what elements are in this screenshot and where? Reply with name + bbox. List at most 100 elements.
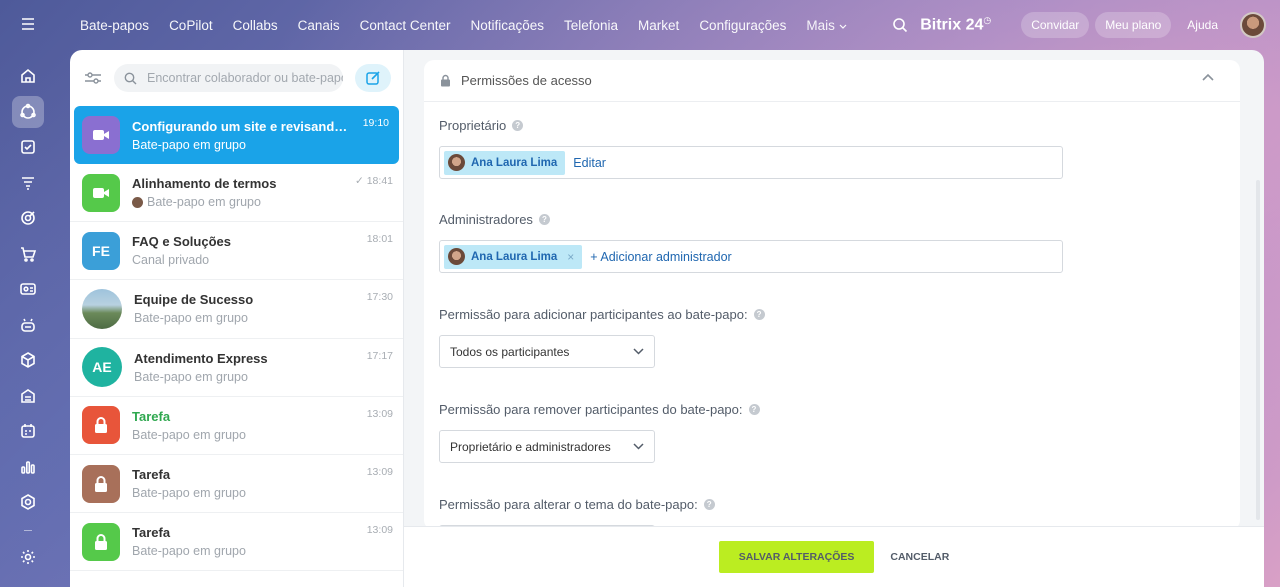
top-nav: Bate-papos CoPilot Collabs Canais Contac… xyxy=(70,18,857,33)
nav-item[interactable]: Telefonia xyxy=(564,18,618,33)
read-check-icon: ✓ xyxy=(355,175,367,187)
chat-settings-panel: Permissões de acesso Proprietário? Ana L… xyxy=(404,50,1264,587)
nav-more[interactable]: Mais xyxy=(806,17,847,33)
chat-subtitle: Bate-papo em grupo xyxy=(132,544,246,559)
rail-divider xyxy=(24,529,32,531)
clock-icon: ◷ xyxy=(983,15,992,26)
chat-avatar xyxy=(82,464,120,503)
nav-item[interactable]: Bate-papos xyxy=(80,18,149,33)
box-icon[interactable] xyxy=(12,344,44,376)
chat-time: 19:10 xyxy=(362,117,389,129)
nav-item[interactable]: Configurações xyxy=(699,18,786,33)
owner-field[interactable]: Ana Laura Lima Editar xyxy=(439,146,1063,179)
chat-icon[interactable] xyxy=(12,95,44,128)
nav-item[interactable]: Contact Center xyxy=(360,18,451,33)
lock-icon xyxy=(95,417,107,434)
nav-item[interactable]: Notificações xyxy=(470,18,544,33)
home-icon[interactable] xyxy=(12,60,44,92)
invite-button[interactable]: Convidar xyxy=(1021,12,1090,38)
chat-list-item[interactable]: Tarefa Bate-papo em grupo 13:09 xyxy=(70,397,403,455)
user-avatar[interactable] xyxy=(1240,12,1266,38)
perm-add-select[interactable]: Todos os participantes xyxy=(439,335,655,368)
brand-logo[interactable]: Bitrix 24◷ xyxy=(920,15,991,34)
perm-add-label: Permissão para adicionar participantes a… xyxy=(439,307,765,322)
save-button[interactable]: SALVAR ALTERAÇÕES xyxy=(718,541,875,573)
admins-field[interactable]: Ana Laura Lima × + Adicionar administrado… xyxy=(439,240,1063,273)
cart-icon[interactable] xyxy=(12,238,44,270)
chat-avatar-photo xyxy=(82,288,122,329)
chat-text: Configurando um site e revisando os ... … xyxy=(132,119,389,152)
chat-title: Tarefa xyxy=(132,525,171,541)
analytics-icon[interactable] xyxy=(12,451,44,483)
remove-admin-icon[interactable]: × xyxy=(567,250,574,264)
chat-subtitle: Bate-papo em grupo xyxy=(132,137,246,152)
help-icon[interactable]: ? xyxy=(538,214,550,225)
scrollbar[interactable] xyxy=(1256,180,1260,520)
chat-text: Tarefa Bate-papo em grupo xyxy=(132,409,393,442)
nav-item[interactable]: Market xyxy=(638,18,679,33)
robot-icon[interactable] xyxy=(12,309,44,341)
top-right: Bitrix 24◷ Convidar Meu plano Ajuda xyxy=(892,0,1266,50)
chat-time: 17:17 xyxy=(366,349,393,362)
chat-list-item[interactable]: Alinhamento de termos Bate-papo em grupo… xyxy=(70,164,403,223)
chat-list-item[interactable]: FE FAQ e Soluções Canal privado 18:01 xyxy=(70,222,403,281)
nav-item[interactable]: CoPilot xyxy=(169,18,213,33)
help-icon[interactable]: ? xyxy=(753,309,765,320)
chat-avatar xyxy=(82,406,120,445)
chat-time: 18:01 xyxy=(366,233,393,246)
section-header[interactable]: Permissões de acesso xyxy=(424,60,1240,102)
settings-icon[interactable] xyxy=(12,541,44,573)
chat-time: 13:09 xyxy=(366,407,393,420)
chat-subtitle: Canal privado xyxy=(132,253,210,268)
nav-item[interactable]: Collabs xyxy=(233,18,278,33)
filter-icon[interactable] xyxy=(82,67,104,89)
footer-actions: SALVAR ALTERAÇÕES CANCELAR xyxy=(404,526,1264,587)
chat-list-item[interactable]: Tarefa Bate-papo em grupo 13:09 xyxy=(70,455,403,514)
calendar-icon[interactable] xyxy=(12,415,44,447)
chat-list-item[interactable]: Configurando um site e revisando os ... … xyxy=(74,106,399,164)
nav-item[interactable]: Canais xyxy=(298,18,340,33)
chat-list-item[interactable]: AE Atendimento Express Bate-papo em grup… xyxy=(70,339,403,397)
perm-theme-label-text: Permissão para alterar o tema do bate-pa… xyxy=(439,497,698,512)
chat-avatar: AE xyxy=(82,347,122,388)
chat-text: Atendimento Express Bate-papo em grupo xyxy=(134,351,393,384)
compose-button[interactable] xyxy=(355,64,391,92)
funnel-icon[interactable] xyxy=(12,167,44,199)
hexagon-icon[interactable] xyxy=(12,486,44,518)
chat-list-item[interactable]: Tarefa Bate-papo em grupo 13:09 xyxy=(70,513,403,572)
owner-tag[interactable]: Ana Laura Lima xyxy=(444,150,566,175)
add-admin-link[interactable]: + Adicionar administrador xyxy=(590,250,731,264)
chat-list-item[interactable]: Equipe de Sucesso Bate-papo em grupo 17:… xyxy=(70,280,403,339)
chevron-down-icon xyxy=(633,443,644,450)
cancel-button[interactable]: CANCELAR xyxy=(890,551,949,563)
section-title: Permissões de acesso xyxy=(461,73,592,88)
edit-owner-link[interactable]: Editar xyxy=(573,156,606,170)
help-icon[interactable]: ? xyxy=(748,404,760,415)
help-icon[interactable]: ? xyxy=(703,499,715,510)
help-icon[interactable]: ? xyxy=(512,120,524,131)
chat-title: Equipe de Sucesso xyxy=(134,292,254,308)
avatar-initials: AE xyxy=(92,359,112,376)
store-icon[interactable] xyxy=(12,380,44,412)
admin-tag[interactable]: Ana Laura Lima × xyxy=(444,244,583,269)
tasks-icon[interactable] xyxy=(12,131,44,163)
help-button[interactable]: Ajuda xyxy=(1177,12,1228,38)
top-bar: Bate-papos CoPilot Collabs Canais Contac… xyxy=(70,0,1280,50)
contact-card-icon[interactable] xyxy=(12,273,44,305)
chat-list-panel: Encontrar colaborador ou bate-papo Confi… xyxy=(70,50,404,587)
compose-icon xyxy=(366,71,380,85)
user-avatar xyxy=(448,248,465,265)
perm-remove-select[interactable]: Proprietário e administradores xyxy=(439,430,655,463)
chat-search-input[interactable]: Encontrar colaborador ou bate-papo xyxy=(114,64,343,92)
nav-more-label: Mais xyxy=(806,17,835,33)
target-icon[interactable] xyxy=(12,202,44,234)
chevron-up-icon[interactable] xyxy=(1202,73,1214,81)
search-icon[interactable] xyxy=(892,17,908,33)
menu-icon[interactable] xyxy=(12,8,44,40)
perm-add-label-text: Permissão para adicionar participantes a… xyxy=(439,307,748,322)
access-permissions-card: Permissões de acesso Proprietário? Ana L… xyxy=(424,60,1240,535)
my-plan-button[interactable]: Meu plano xyxy=(1095,12,1172,38)
chat-time: 18:41 xyxy=(366,175,393,187)
chat-title: FAQ e Soluções xyxy=(132,234,231,250)
owner-label-text: Proprietário xyxy=(439,118,507,133)
